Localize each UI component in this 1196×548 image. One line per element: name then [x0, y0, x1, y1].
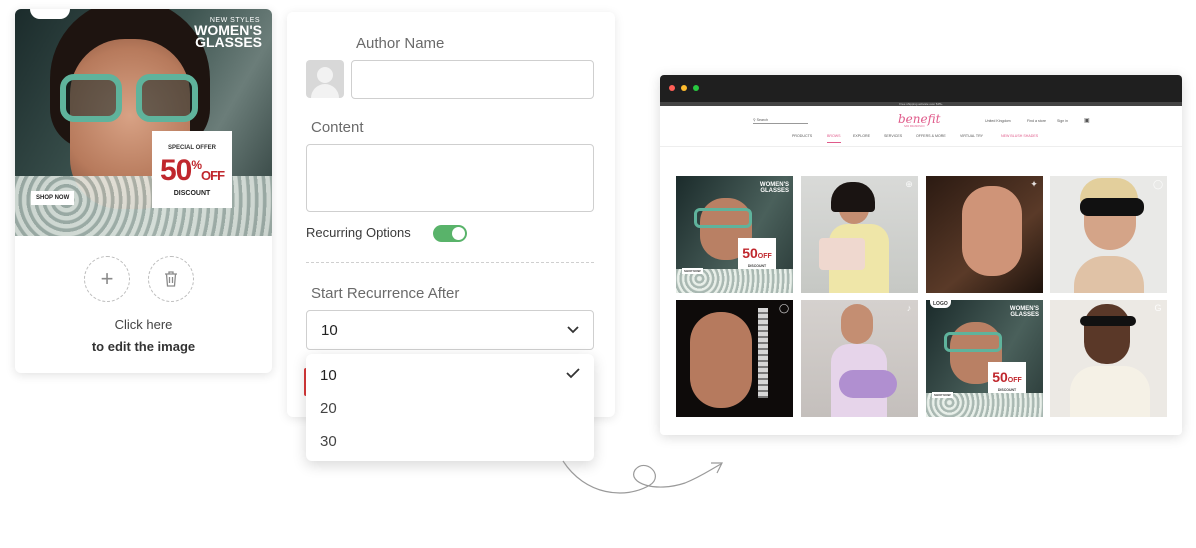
offer-box: SPECIAL OFFER 50%OFF DISCOUNT: [152, 131, 232, 208]
author-name-input[interactable]: [351, 60, 594, 99]
feed-tile-4[interactable]: ◯: [1050, 176, 1167, 293]
country-link[interactable]: United Kingdom: [985, 119, 1011, 123]
author-name-label: Author Name: [356, 35, 445, 52]
nav-products[interactable]: PRODUCTS: [792, 134, 812, 138]
brand-logo[interactable]: benefit: [898, 112, 940, 126]
nav-services[interactable]: SERVICES: [884, 134, 902, 138]
browser-window: Free shipping activate over $35+ ⚲ Searc…: [660, 75, 1182, 435]
recurring-options-label: Recurring Options: [306, 225, 411, 240]
logo-badge: LOGO: [930, 300, 951, 308]
option-10[interactable]: 10: [320, 367, 337, 384]
check-icon: [566, 368, 580, 379]
instagram-icon: ◯: [1153, 179, 1164, 189]
avatar: [306, 60, 344, 98]
find-store-link[interactable]: Find a store: [1027, 119, 1046, 123]
image-editor-card: NEW STYLES WOMEN'S GLASSES SPECIAL OFFER…: [15, 9, 272, 373]
nav-offers[interactable]: OFFERS & MORE: [916, 134, 946, 138]
chevron-down-icon: [567, 326, 579, 334]
trash-icon: [165, 271, 177, 287]
maximize-dot-icon[interactable]: [693, 85, 699, 91]
shop-now-tag: SHOP NOW: [31, 191, 75, 205]
option-20[interactable]: 20: [320, 400, 337, 417]
instagram-icon: ◯: [779, 303, 790, 313]
sign-in-link[interactable]: Sign in: [1057, 119, 1068, 123]
feed-tile-6[interactable]: ♪: [801, 300, 918, 417]
bag-icon[interactable]: ▣: [1084, 117, 1090, 124]
flow-arrow-icon: [562, 460, 723, 494]
tiktok-icon: ♪: [906, 303, 912, 313]
feed-tile-ad-1[interactable]: WOMEN'S GLASSES 50OFF DISCOUNT SHOP NOW: [676, 176, 793, 293]
recurrence-dropdown: 10 20 30: [306, 354, 594, 461]
edit-hint-line1: Click here: [114, 317, 173, 332]
recurring-toggle[interactable]: [433, 225, 467, 242]
logo-badge: [30, 9, 70, 19]
lace-texture: [15, 176, 272, 236]
brand-tagline: SAN FRANCISCO: [904, 125, 925, 128]
google-icon: G: [1154, 303, 1162, 313]
nav-explore[interactable]: EXPLORE: [853, 134, 870, 138]
start-recurrence-select[interactable]: 10: [306, 310, 594, 350]
feed-tile-8[interactable]: G: [1050, 300, 1167, 417]
browser-titlebar: [660, 75, 1182, 102]
feed-tile-2[interactable]: ⊕: [801, 176, 918, 293]
offer-discount: DISCOUNT: [173, 190, 211, 197]
nav-brows[interactable]: BROWS: [827, 134, 841, 143]
ad-image[interactable]: NEW STYLES WOMEN'S GLASSES SPECIAL OFFER…: [15, 9, 272, 236]
add-image-button[interactable]: +: [84, 256, 130, 302]
offer-value: 50%OFF: [159, 154, 225, 187]
select-value: 10: [321, 321, 338, 339]
content-textarea[interactable]: [306, 144, 594, 212]
site-search[interactable]: ⚲ Search: [753, 118, 808, 124]
edit-hint-line2: to edit the image: [91, 339, 196, 354]
minimize-dot-icon[interactable]: [681, 85, 687, 91]
content-label: Content: [311, 119, 364, 136]
plus-icon: +: [100, 266, 114, 291]
plus-circle-icon: ⊕: [905, 179, 913, 189]
feed-tile-ad-2[interactable]: LOGO WOMEN'S GLASSES 50OFF DISCOUNT SHOP…: [926, 300, 1043, 417]
close-dot-icon[interactable]: [669, 85, 675, 91]
glasses-shape: [60, 74, 200, 124]
start-recurrence-label: Start Recurrence After: [311, 285, 460, 302]
nav-new-blush[interactable]: NEW BLUSH SHADES: [1001, 134, 1038, 138]
feed-tile-5[interactable]: ◯: [676, 300, 793, 417]
nav-virtual-try[interactable]: VIRTUAL TRY: [960, 134, 983, 138]
divider: [306, 262, 594, 263]
feed-tile-3[interactable]: ✦: [926, 176, 1043, 293]
delete-image-button[interactable]: [148, 256, 194, 302]
option-30[interactable]: 30: [320, 433, 337, 450]
site-header: ⚲ Search benefit SAN FRANCISCO United Ki…: [660, 106, 1182, 147]
ad-title: WOMEN'S GLASSES: [194, 22, 262, 50]
twitter-icon: ✦: [1030, 179, 1038, 189]
